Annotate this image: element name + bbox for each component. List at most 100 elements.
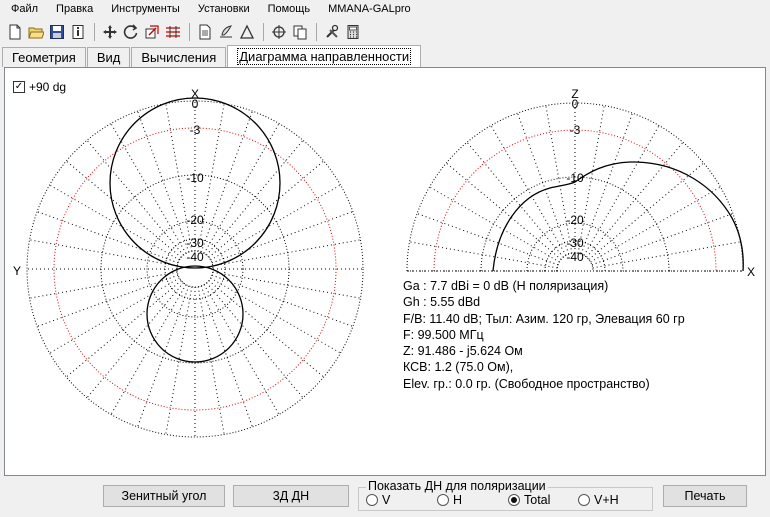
print-button[interactable]: Печать: [663, 485, 747, 507]
angle-spoke: [211, 274, 354, 327]
info-ga: Ga : 7.7 dBi = 0 dB (H поляризация): [403, 279, 609, 293]
angle-spoke: [65, 280, 182, 378]
wire-table-icon[interactable]: [163, 22, 183, 42]
angle-spoke: [208, 280, 325, 378]
info-frequency: F: 99.500 МГц: [403, 327, 484, 342]
menu-help[interactable]: Помощь: [259, 0, 320, 18]
menu-mmana-galpro[interactable]: MMANA-GALpro: [319, 0, 420, 18]
angle-spokes: [27, 101, 363, 437]
radio-v-plus-h[interactable]: V+H: [578, 493, 619, 507]
angle-spoke: [416, 213, 559, 266]
polarization-group-title: Показать ДН для поляризации: [366, 479, 548, 493]
menu-file[interactable]: Файл: [2, 0, 47, 18]
calculator-icon[interactable]: [343, 22, 363, 42]
angle-spoke: [583, 125, 660, 256]
results-info: Ga : 7.7 dBi = 0 dB (H поляризация) Gh :…: [403, 278, 685, 392]
pattern-plots: X Y 0 -3 -10 -20 -30 -40 Z X 0 -3 -10 -2…: [13, 87, 755, 438]
triangle-icon[interactable]: [237, 22, 257, 42]
menu-settings[interactable]: Установки: [189, 0, 259, 18]
angle-spoke: [165, 286, 193, 435]
angle-spoke: [590, 186, 721, 263]
angle-spoke: [588, 162, 705, 260]
angle-spoke: [200, 285, 253, 428]
ring-label-20: -20: [186, 213, 204, 227]
tab-view-label: Вид: [96, 50, 121, 65]
tab-geometry[interactable]: Геометрия: [2, 47, 86, 67]
vring-label-30: -30: [566, 236, 584, 250]
angle-spoke: [36, 211, 179, 264]
angle-spoke: [586, 141, 684, 258]
angle-spoke: [211, 211, 354, 264]
angle-spoke: [36, 274, 179, 327]
angle-spoke: [110, 123, 187, 254]
angle-spoke: [206, 139, 304, 256]
plus90-checkbox[interactable]: ✓: [13, 81, 25, 93]
angle-spoke: [29, 271, 178, 299]
radio-h-label: H: [453, 493, 463, 507]
menu-tools[interactable]: Инструменты: [102, 0, 189, 18]
radio-total-label: Total: [524, 493, 551, 507]
ring-label-10: -10: [186, 171, 204, 185]
radio-total[interactable]: Total: [508, 493, 550, 507]
ring-minus10db: [100, 174, 290, 364]
toolbar-separator: [189, 23, 190, 41]
radio-v-plus-h-circle[interactable]: [578, 494, 590, 506]
angle-spoke: [490, 125, 567, 256]
zenith-angle-button[interactable]: Зенитный угол: [103, 485, 225, 507]
open-folder-icon[interactable]: [26, 22, 46, 42]
info-gh: Gh : 5.55 dBd: [403, 295, 481, 310]
3d-pattern-button[interactable]: 3Д ДН: [233, 485, 349, 507]
angle-spoke: [203, 123, 280, 254]
angle-spoke: [137, 110, 190, 253]
angle-spoke: [137, 285, 190, 428]
axis-label-y: Y: [13, 264, 21, 278]
angle-spoke: [206, 282, 304, 399]
plus90-checkbox-row[interactable]: ✓ +90 dg: [13, 80, 66, 94]
vring-label-20: -20: [566, 213, 584, 227]
pattern-panel: X Y 0 -3 -10 -20 -30 -40 Z X 0 -3 -10 -2…: [4, 67, 766, 476]
stamp-icon[interactable]: [216, 22, 236, 42]
tab-view[interactable]: Вид: [86, 47, 131, 67]
ring-label-30: -30: [186, 236, 204, 250]
vring-label-0: 0: [572, 97, 579, 111]
edit-copy-icon[interactable]: [142, 22, 162, 42]
rotate-icon[interactable]: [121, 22, 141, 42]
angle-spoke: [49, 184, 180, 261]
tab-radiation-pattern-label: Диаграмма направленности: [237, 48, 412, 65]
document-icon[interactable]: [195, 22, 215, 42]
toolbar-separator: [263, 23, 264, 41]
angle-spoke: [517, 112, 570, 255]
radio-total-circle[interactable]: [508, 494, 520, 506]
copy-pages-icon[interactable]: [290, 22, 310, 42]
tab-calculations[interactable]: Вычисления: [131, 47, 227, 67]
radio-v[interactable]: V: [366, 493, 390, 507]
vring-label-3: -3: [570, 123, 581, 137]
angle-spoke: [445, 162, 562, 260]
angle-spoke: [580, 112, 633, 255]
save-icon[interactable]: [47, 22, 67, 42]
info-icon[interactable]: [68, 22, 88, 42]
radio-v-plus-h-label: V+H: [594, 493, 619, 507]
angle-spoke: [592, 241, 741, 269]
angle-spoke: [210, 184, 341, 261]
radio-v-circle[interactable]: [366, 494, 378, 506]
angle-spoke: [466, 141, 564, 258]
angle-spoke: [409, 241, 558, 269]
vring-label-40: -40: [566, 250, 584, 264]
vertical-pattern-plot: Z X 0 -3 -10 -20 -30 -40: [406, 87, 755, 279]
ring-0db: [26, 100, 364, 438]
menu-bar: Файл Правка Инструменты Установки Помощь…: [0, 0, 770, 18]
toolbar-separator: [316, 23, 317, 41]
angle-spoke: [49, 277, 180, 354]
angle-spoke: [86, 282, 184, 399]
tools-icon[interactable]: [322, 22, 342, 42]
tab-radiation-pattern[interactable]: Диаграмма направленности: [227, 45, 422, 67]
new-file-icon[interactable]: [5, 22, 25, 42]
radio-h[interactable]: H: [437, 493, 462, 507]
move-icon[interactable]: [100, 22, 120, 42]
tab-geometry-label: Геометрия: [12, 50, 76, 65]
plus90-checkbox-label: +90 dg: [29, 80, 67, 94]
radio-h-circle[interactable]: [437, 494, 449, 506]
target-icon[interactable]: [269, 22, 289, 42]
menu-edit[interactable]: Правка: [47, 0, 102, 18]
